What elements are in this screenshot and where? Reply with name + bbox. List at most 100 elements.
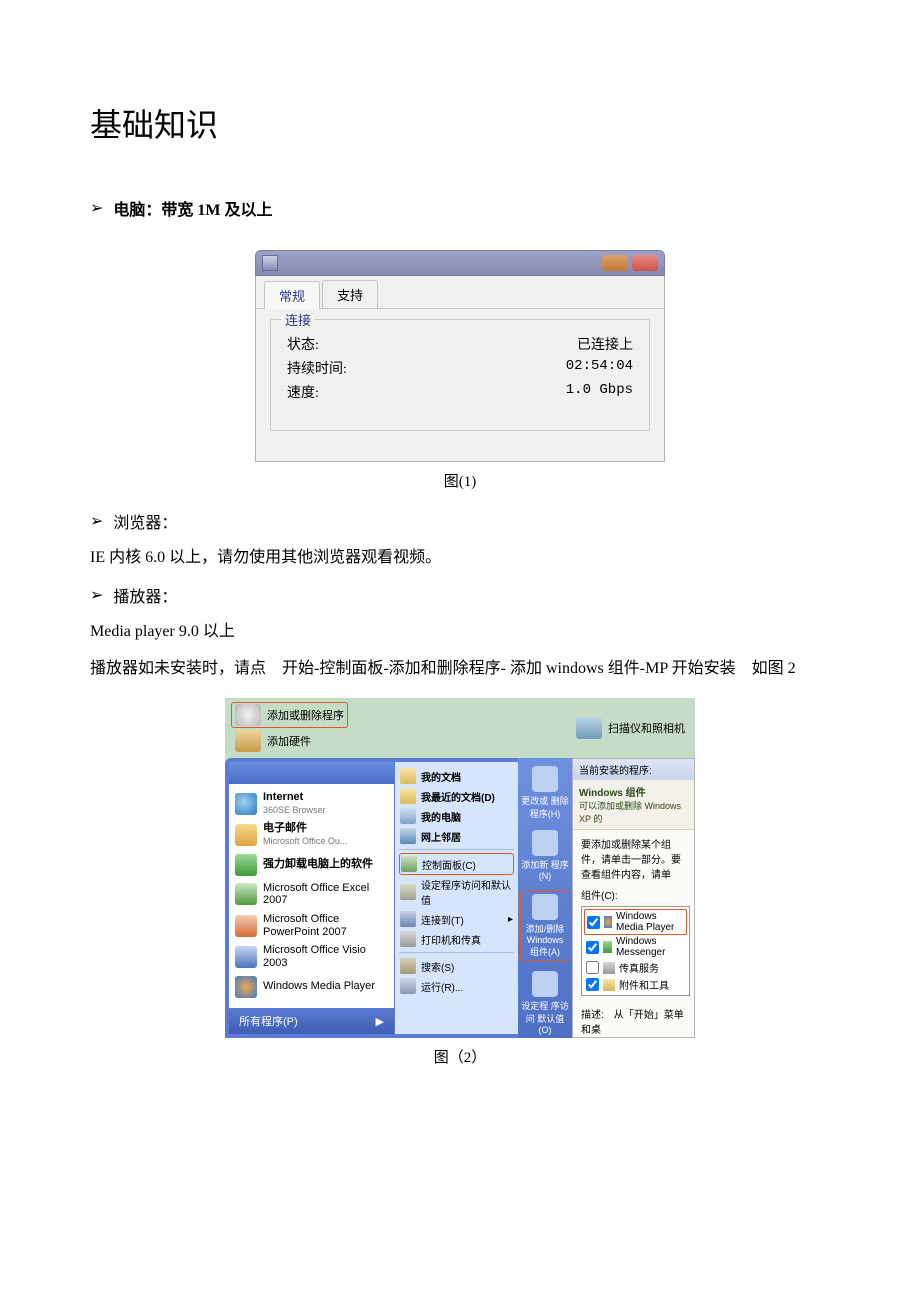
fig1-titlebar xyxy=(255,250,665,276)
windows-components-icon xyxy=(532,894,558,920)
fig1-group-connection: 连接 状态: 已连接上 持续时间: 02:54:04 速度: 1.0 Gbps xyxy=(270,319,650,431)
chevron-right-icon: ➢ xyxy=(90,511,103,531)
fax-checkbox[interactable] xyxy=(586,961,599,974)
accessories-icon xyxy=(603,979,615,991)
ppt-label: Microsoft Office PowerPoint 2007 xyxy=(263,913,388,938)
side-change-remove[interactable]: 更改或 删除 程序(H) xyxy=(520,766,570,820)
disk-needed-label: 所需磁盘空间: xyxy=(581,1036,644,1038)
ie-icon xyxy=(235,793,257,815)
fax-icon xyxy=(603,962,615,974)
help-button[interactable] xyxy=(602,255,628,271)
comp-fax-label: 传真服务 xyxy=(619,960,659,975)
speed-value: 1.0 Gbps xyxy=(566,382,633,402)
figure-1-caption: 图(1) xyxy=(90,470,830,491)
tab-general[interactable]: 常规 xyxy=(264,281,320,309)
tab-support[interactable]: 支持 xyxy=(322,280,378,308)
comp-attach-label: 附件和工具 xyxy=(619,977,669,992)
side-add-new[interactable]: 添加新 程序(N) xyxy=(520,830,570,881)
cp-label: 控制面板(C) xyxy=(422,857,476,872)
item-control-panel[interactable]: 控制面板(C) xyxy=(399,853,514,875)
comp-wmp[interactable]: Windows Media Player xyxy=(584,909,687,935)
folder-icon xyxy=(400,788,416,804)
start-item-email[interactable]: 电子邮件Microsoft Office Ou... xyxy=(233,819,390,850)
side-program-access[interactable]: 设定程 序访问 默认值(O) xyxy=(520,971,570,1035)
add-hardware-icon xyxy=(235,730,261,752)
bullet-player: ➢ 播放器： xyxy=(90,583,830,607)
start-item-uninstall[interactable]: 强力卸载电脑上的软件 xyxy=(233,851,390,879)
connect-label: 连接到(T) xyxy=(421,912,464,927)
uninstall-title: 强力卸载电脑上的软件 xyxy=(263,858,373,871)
wizard-instructions: 要添加或删除某个组件，请单击一部分。要查看组件内容，请单 xyxy=(581,836,690,881)
browser-requirement: IE 内核 6.0 以上，请勿使用其他浏览器观看视频。 xyxy=(90,543,830,573)
item-program-defaults[interactable]: 设定程序访问和默认值 xyxy=(399,875,514,909)
printer-icon xyxy=(400,931,416,947)
triangle-right-icon: ▶ xyxy=(376,1015,384,1028)
player-install-instructions: 播放器如未安装时，请点 开始-控制面板-添加和删除程序- 添加 windows … xyxy=(90,654,830,684)
fig1-tabs: 常规 支持 xyxy=(256,276,664,309)
messenger-checkbox[interactable] xyxy=(586,941,599,954)
start-menu-right: 我的文档 我最近的文档(D) 我的电脑 网上邻居 控制面板(C) 设定程序访问和… xyxy=(395,758,518,1038)
figure-2: 添加或删除程序 添加硬件 扫描仪和照相机 Internet360SE Brows… xyxy=(225,698,695,1038)
powerpoint-icon xyxy=(235,915,257,937)
comp-accessories[interactable]: 附件和工具 xyxy=(584,976,687,993)
side-add-windows-components[interactable]: 添加/删除 Windows 组件(A) xyxy=(520,891,570,961)
cp-add-remove-programs[interactable]: 添加或删除程序 xyxy=(231,702,348,728)
add-new-program-icon xyxy=(532,830,558,856)
item-run[interactable]: 运行(R)... xyxy=(399,976,514,996)
printers-label: 打印机和传真 xyxy=(421,932,481,947)
control-panel-icon xyxy=(401,856,417,872)
start-item-ppt[interactable]: Microsoft Office PowerPoint 2007 xyxy=(233,910,390,941)
item-search[interactable]: 搜索(S) xyxy=(399,956,514,976)
wmp-checkbox[interactable] xyxy=(587,916,600,929)
comp-fax[interactable]: 传真服务 xyxy=(584,959,687,976)
status-label: 状态: xyxy=(287,334,319,354)
computer-icon xyxy=(400,808,416,824)
side-add-new-label: 添加新 程序(N) xyxy=(520,858,570,881)
item-my-computer[interactable]: 我的电脑 xyxy=(399,806,514,826)
player-requirement: Media player 9.0 以上 xyxy=(90,617,830,647)
start-item-wmp[interactable]: Windows Media Player xyxy=(233,973,390,1001)
excel-label: Microsoft Office Excel 2007 xyxy=(263,882,388,907)
scanner-icon xyxy=(576,717,602,739)
start-item-internet[interactable]: Internet360SE Browser xyxy=(233,788,390,819)
comp-messenger[interactable]: Windows Messenger xyxy=(584,935,687,959)
search-icon xyxy=(400,958,416,974)
item-my-documents[interactable]: 我的文档 xyxy=(399,766,514,786)
cp-add-hardware[interactable]: 添加硬件 xyxy=(231,728,348,754)
page-title: 基础知识 xyxy=(90,100,830,146)
desc-label: 描述: xyxy=(581,1010,604,1021)
start-menu: Internet360SE Browser 电子邮件Microsoft Offi… xyxy=(225,758,395,1038)
add-remove-programs-icon xyxy=(235,704,261,726)
bullet-browser-text: 浏览器： xyxy=(113,509,177,533)
cp-scanners-cameras[interactable]: 扫描仪和照相机 xyxy=(572,702,689,754)
network-icon xyxy=(262,255,278,271)
start-all-programs[interactable]: 所有程序(P) ▶ xyxy=(229,1008,394,1034)
start-menu-header xyxy=(229,762,394,784)
item-network[interactable]: 网上邻居 xyxy=(399,826,514,846)
start-item-excel[interactable]: Microsoft Office Excel 2007 xyxy=(233,879,390,910)
bullet-pc: ➢ 电脑：带宽 1M 及以上 xyxy=(90,196,830,220)
wmp-icon xyxy=(604,916,612,928)
accessories-checkbox[interactable] xyxy=(586,978,599,991)
visio-icon xyxy=(235,946,257,968)
side-access-label: 设定程 序访问 默认值(O) xyxy=(520,999,570,1035)
program-access-icon xyxy=(532,971,558,997)
mail-icon xyxy=(235,824,257,846)
cp-scanner-label: 扫描仪和照相机 xyxy=(608,720,685,736)
connection-icon xyxy=(400,911,416,927)
windows-components-wizard: 当前安装的程序: Windows 组件 可以添加或删除 Windows XP 的… xyxy=(572,758,695,1038)
duration-value: 02:54:04 xyxy=(566,358,633,378)
search-label: 搜索(S) xyxy=(421,959,454,974)
item-printers[interactable]: 打印机和传真 xyxy=(399,929,514,949)
folder-icon xyxy=(400,768,416,784)
figure-2-caption: 图（2） xyxy=(90,1046,830,1067)
run-icon xyxy=(400,978,416,994)
mail-title: 电子邮件 xyxy=(263,822,347,835)
wmp-icon xyxy=(235,976,257,998)
item-recent-docs[interactable]: 我最近的文档(D) xyxy=(399,786,514,806)
duration-label: 持续时间: xyxy=(287,358,347,378)
item-connect-to[interactable]: 连接到(T)▸ xyxy=(399,909,514,929)
close-button[interactable] xyxy=(632,255,658,271)
network-label: 网上邻居 xyxy=(421,829,461,844)
start-item-visio[interactable]: Microsoft Office Visio 2003 xyxy=(233,941,390,972)
